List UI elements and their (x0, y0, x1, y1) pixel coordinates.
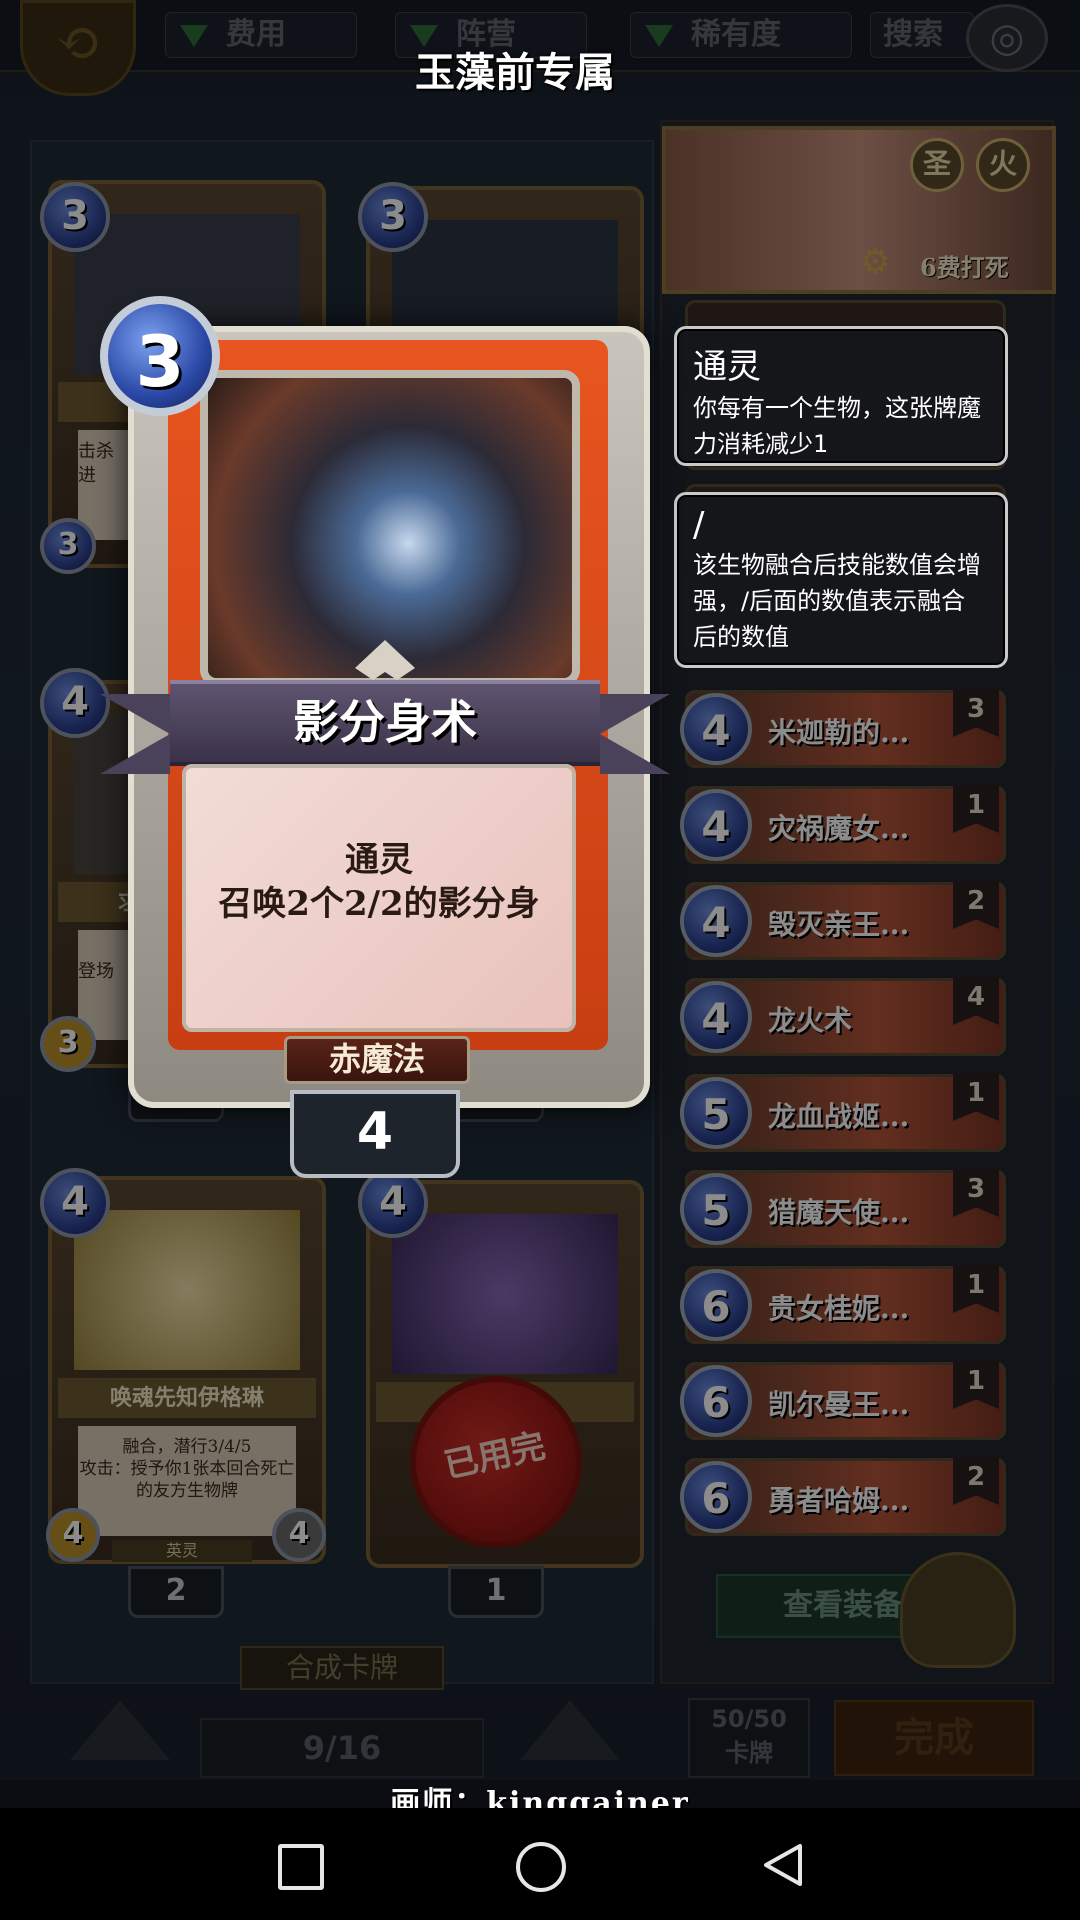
back-icon[interactable] (760, 1842, 806, 1888)
keyword-tooltip: 通灵 你每有一个生物，这张牌魔力消耗减少1 (674, 326, 1008, 466)
card-keyword: 通灵 (345, 840, 413, 880)
page-title: 玉藻前专属 (415, 49, 615, 96)
card-name: 影分身术 (170, 680, 600, 766)
card-owned-count: 4 (290, 1090, 460, 1178)
mana-gem-icon: 3 (100, 296, 220, 416)
card-art (200, 370, 580, 686)
tooltip-title: / (693, 505, 705, 545)
card-text: 通灵 召唤2个2/2的影分身 (182, 764, 576, 1032)
home-icon[interactable] (516, 1842, 566, 1892)
ribbon-right (600, 694, 670, 774)
tooltip-body: 该生物融合后技能数值会增强，/后面的数值表示融合后的数值 (693, 551, 981, 651)
ribbon-left (100, 694, 170, 774)
tooltip-title: 通灵 (693, 347, 761, 387)
keyword-tooltip: / 该生物融合后技能数值会增强，/后面的数值表示融合后的数值 (674, 492, 1008, 668)
tooltip-body: 你每有一个生物，这张牌魔力消耗减少1 (693, 394, 981, 458)
recent-apps-icon[interactable] (278, 1844, 324, 1890)
card-type: 赤魔法 (284, 1036, 470, 1084)
card-effect: 召唤2个2/2的影分身 (218, 884, 540, 924)
